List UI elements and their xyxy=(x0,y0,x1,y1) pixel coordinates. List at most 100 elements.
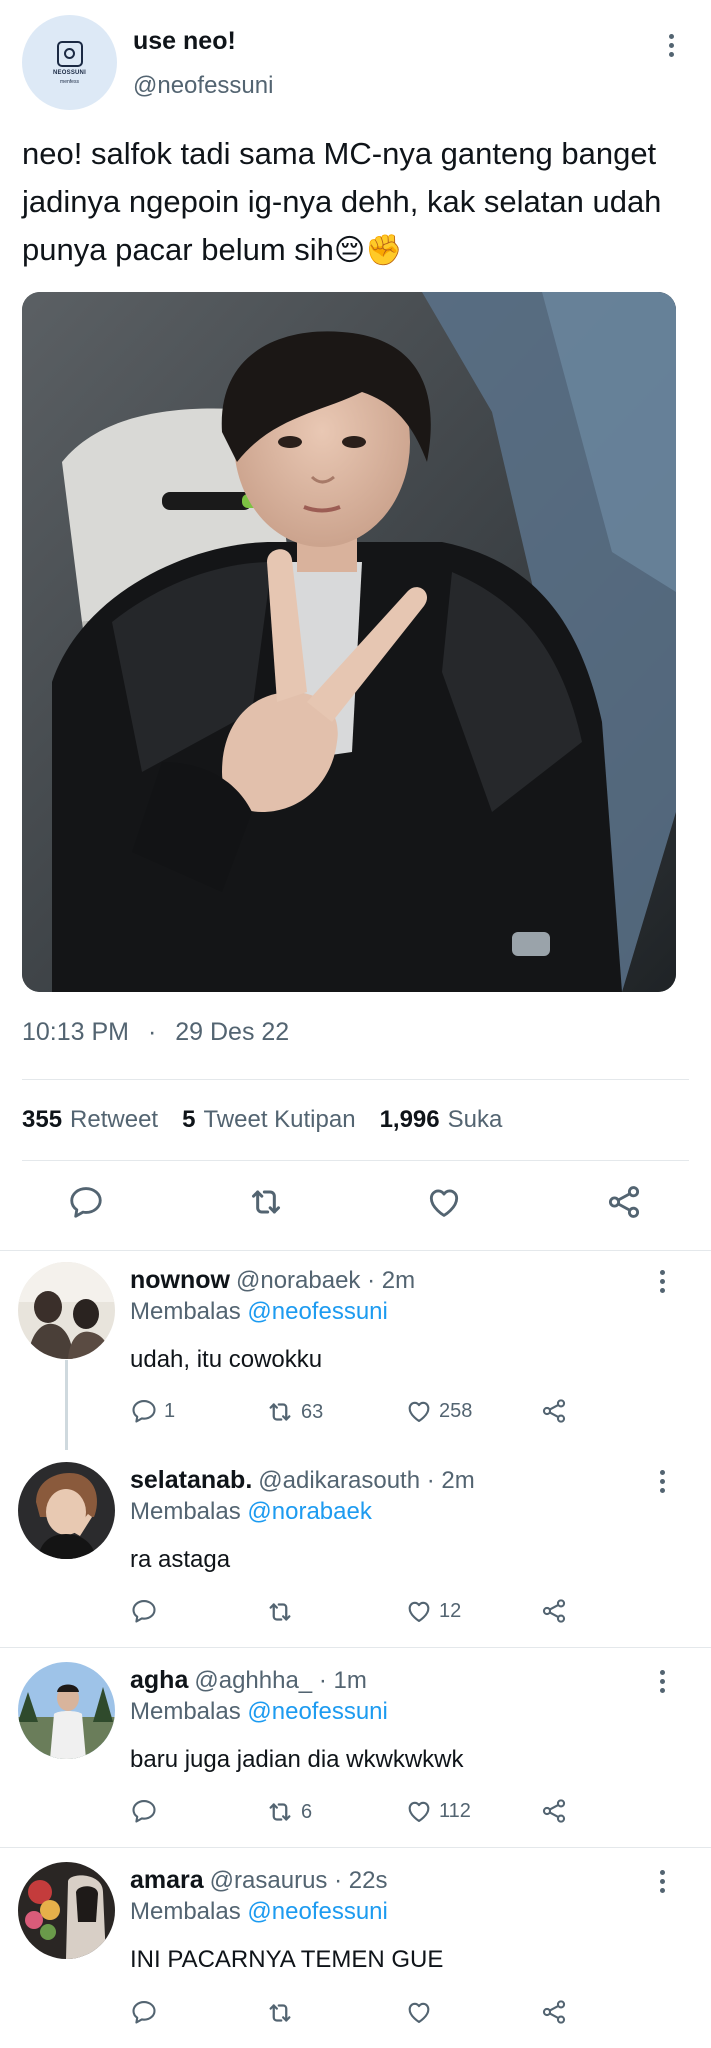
replying-to-handle[interactable]: @neofessuni xyxy=(247,1898,387,1925)
share-button[interactable] xyxy=(540,1797,568,1825)
neossuni-logo-icon xyxy=(56,40,83,67)
reply-count: 1 xyxy=(164,1399,176,1422)
retweet-count: 63 xyxy=(301,1400,324,1423)
reply-button[interactable] xyxy=(64,1180,108,1224)
like-label: Suka xyxy=(447,1106,503,1133)
avatar[interactable] xyxy=(18,1862,115,1959)
share-button[interactable] xyxy=(540,1998,568,2026)
more-options-icon[interactable] xyxy=(667,34,675,57)
author-avatar[interactable]: NEOSSUNI menfess xyxy=(22,15,117,110)
replying-label: Membalas xyxy=(130,1698,241,1725)
reply-display-name[interactable]: selatanab. xyxy=(130,1466,252,1494)
reply-button[interactable] xyxy=(130,1998,164,2026)
share-button[interactable] xyxy=(540,1397,568,1425)
reply-handle[interactable]: @rasaurus xyxy=(210,1867,328,1894)
timestamp-separator: · xyxy=(147,1018,157,1046)
heart-icon xyxy=(425,1183,463,1221)
avatar[interactable] xyxy=(18,1462,115,1559)
reply-icon xyxy=(130,1797,158,1825)
author-display-name[interactable]: use neo! xyxy=(133,27,236,56)
replying-label: Membalas xyxy=(130,1898,241,1925)
retweet-button[interactable] xyxy=(265,1998,301,2028)
replying-to: Membalas @neofessuni xyxy=(130,1298,388,1326)
reply-handle[interactable]: @aghhha_ xyxy=(194,1667,312,1694)
retweet-stat[interactable]: 355 Retweet xyxy=(22,1106,158,1134)
like-button[interactable] xyxy=(422,1180,466,1224)
like-button[interactable] xyxy=(405,1998,439,2026)
like-count: 1,996 xyxy=(379,1106,440,1133)
reply-button[interactable] xyxy=(130,1597,164,1625)
share-button[interactable] xyxy=(602,1180,646,1224)
photo-illustration xyxy=(22,292,676,992)
author-handle[interactable]: @neofessuni xyxy=(133,72,273,100)
reply-action-bar: 6 112 xyxy=(130,1797,590,1833)
quote-stat[interactable]: 5 Tweet Kutipan xyxy=(182,1106,355,1134)
divider xyxy=(0,1647,711,1648)
divider xyxy=(0,1250,711,1251)
reply-header: agha @aghhha_ · 1m xyxy=(130,1666,367,1695)
avatar-photo xyxy=(18,1862,115,1959)
more-options-icon[interactable] xyxy=(658,1270,666,1293)
replying-to-handle[interactable]: @neofessuni xyxy=(247,1298,387,1325)
avatar-photo xyxy=(18,1462,115,1559)
tweet-date: 29 Des 22 xyxy=(175,1018,290,1046)
reply-icon xyxy=(130,1998,158,2026)
reply-text: INI PACARNYA TEMEN GUE xyxy=(130,1946,444,1973)
reply-display-name[interactable]: nownow xyxy=(130,1266,230,1294)
tweet-timestamp: 10:13 PM · 29 Des 22 xyxy=(22,1018,289,1047)
tweet-time: 10:13 PM xyxy=(22,1018,130,1046)
quote-label: Tweet Kutipan xyxy=(203,1106,356,1133)
reply-button[interactable]: 1 xyxy=(130,1397,175,1425)
retweet-icon xyxy=(265,1397,295,1427)
replying-to-handle[interactable]: @norabaek xyxy=(247,1498,371,1525)
heart-icon xyxy=(405,1797,433,1825)
divider xyxy=(22,1160,689,1161)
reply-header: amara @rasaurus · 22s xyxy=(130,1866,387,1895)
more-options-icon[interactable] xyxy=(658,1870,666,1893)
retweet-button[interactable]: 63 xyxy=(265,1397,323,1427)
share-button[interactable] xyxy=(540,1597,568,1625)
tweet-emojis: 😔✊ xyxy=(333,233,403,268)
like-count: 258 xyxy=(439,1399,473,1422)
tweet-stats: 355 Retweet 5 Tweet Kutipan 1,996 Suka xyxy=(22,1106,502,1134)
more-options-icon[interactable] xyxy=(658,1670,666,1693)
replying-to: Membalas @neofessuni xyxy=(130,1898,388,1926)
reply-icon xyxy=(130,1397,158,1425)
replying-label: Membalas xyxy=(130,1498,241,1525)
retweet-count: 355 xyxy=(22,1106,63,1133)
retweet-button[interactable] xyxy=(265,1597,301,1627)
divider xyxy=(0,1847,711,1848)
tweet-photo[interactable] xyxy=(22,292,676,992)
quote-count: 5 xyxy=(182,1106,196,1133)
reply-button[interactable] xyxy=(130,1797,164,1825)
avatar-photo xyxy=(18,1662,115,1759)
retweet-icon xyxy=(246,1182,286,1222)
like-button[interactable]: 12 xyxy=(405,1597,461,1625)
reply-display-name[interactable]: amara xyxy=(130,1866,204,1894)
retweet-button[interactable]: 6 xyxy=(265,1797,312,1827)
avatar-logo-text: NEOSSUNI xyxy=(53,69,86,76)
reply-display-name[interactable]: agha xyxy=(130,1666,188,1694)
replying-to-handle[interactable]: @neofessuni xyxy=(247,1698,387,1725)
reply-handle[interactable]: @norabaek xyxy=(236,1267,360,1294)
like-stat[interactable]: 1,996 Suka xyxy=(380,1106,503,1134)
reply-icon xyxy=(67,1183,105,1221)
reply-header: selatanab. @adikarasouth · 2m xyxy=(130,1466,475,1495)
share-icon xyxy=(540,1797,568,1825)
share-icon xyxy=(605,1183,643,1221)
retweet-button[interactable] xyxy=(244,1180,288,1224)
retweet-label: Retweet xyxy=(70,1106,159,1133)
heart-icon xyxy=(405,1998,433,2026)
reply-text: udah, itu cowokku xyxy=(130,1346,323,1373)
reply-text: ra astaga xyxy=(130,1546,231,1573)
like-button[interactable]: 258 xyxy=(405,1397,472,1425)
avatar[interactable] xyxy=(18,1662,115,1759)
reply-handle[interactable]: @adikarasouth xyxy=(258,1467,420,1494)
more-options-icon[interactable] xyxy=(658,1470,666,1493)
like-button[interactable]: 112 xyxy=(405,1797,471,1825)
avatar[interactable] xyxy=(18,1262,115,1359)
reply-time: · 22s xyxy=(334,1867,388,1894)
divider xyxy=(22,1079,689,1080)
retweet-icon xyxy=(265,1597,295,1627)
share-icon xyxy=(540,1397,568,1425)
